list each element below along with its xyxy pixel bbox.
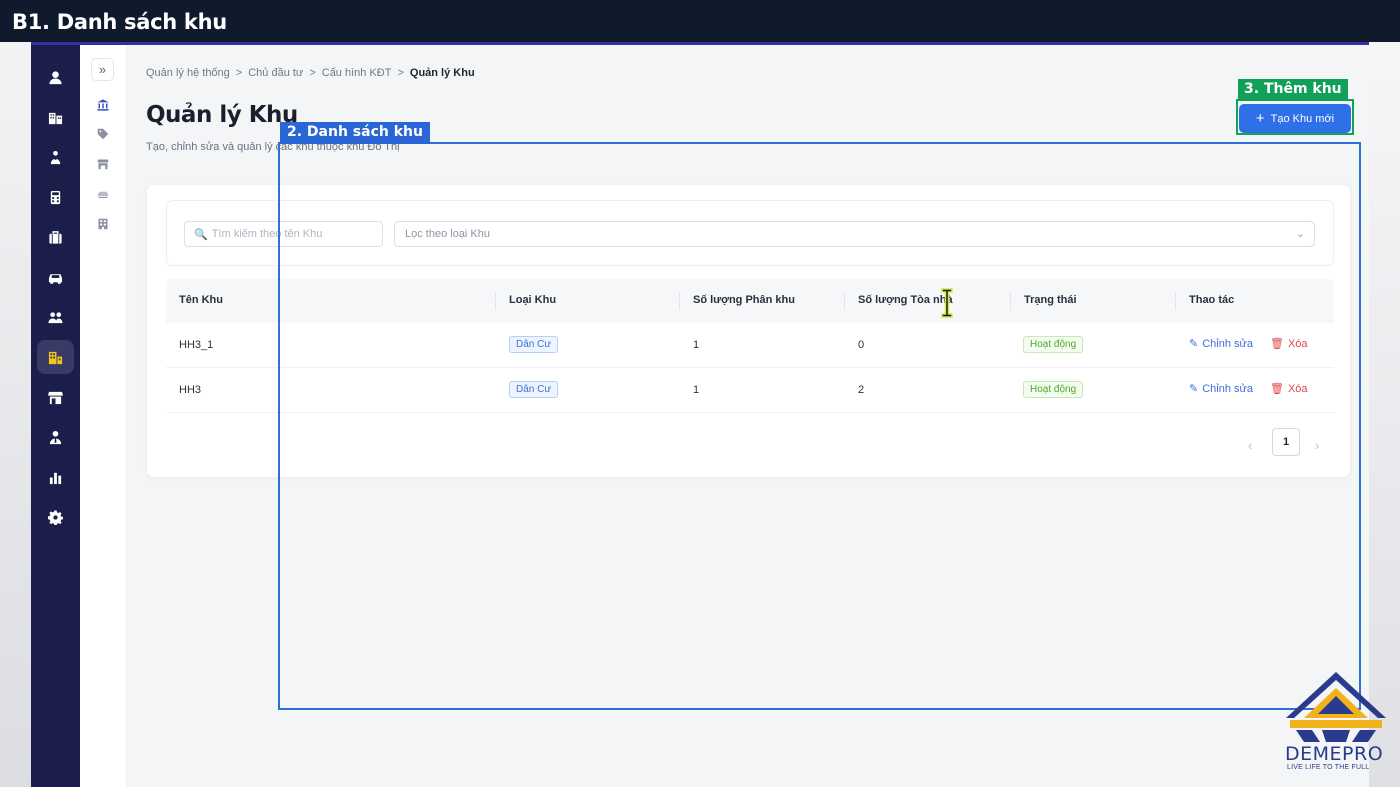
page-title: Quản lý Khu	[146, 102, 298, 128]
gear-icon	[48, 509, 63, 525]
breadcrumb-investor[interactable]: Chủ đầu tư	[248, 67, 303, 79]
users-icon	[48, 311, 63, 323]
breadcrumb-system[interactable]: Quản lý hệ thống	[146, 67, 230, 79]
store-icon	[48, 391, 63, 404]
rail-item-apartment[interactable]	[37, 340, 74, 374]
building-icon	[98, 218, 108, 230]
tag-icon	[97, 128, 109, 140]
breadcrumb-config[interactable]: Cấu hình KĐT	[322, 67, 392, 79]
subnav-item-shop[interactable]	[95, 156, 111, 172]
annotation-list-highlight	[278, 142, 1361, 710]
sub-navigation: »	[80, 45, 127, 787]
logo-brand-name: DEMEPRO	[1285, 743, 1384, 765]
rail-item-briefcase[interactable]	[37, 220, 74, 254]
apartment-icon	[48, 351, 63, 364]
rail-item-calculator[interactable]	[37, 180, 74, 214]
breadcrumb-separator: >	[235, 67, 243, 79]
annotation-add-label: 3. Thêm khu	[1238, 79, 1348, 101]
subnav-item-building[interactable]	[95, 216, 111, 232]
step-title: B1. Danh sách khu	[12, 10, 227, 34]
bar-chart-icon	[49, 472, 62, 484]
tutorial-header: B1. Danh sách khu	[0, 0, 1400, 42]
calculator-icon	[50, 190, 61, 204]
shop-icon	[97, 159, 109, 170]
breadcrumb-separator: >	[309, 67, 316, 79]
car-icon	[48, 273, 63, 284]
text-cursor-icon	[941, 288, 953, 318]
collapse-button[interactable]: »	[91, 58, 114, 81]
breadcrumb-separator: >	[397, 67, 404, 79]
investor-icon	[50, 150, 61, 164]
rail-item-user-tie[interactable]	[37, 420, 74, 454]
user-tie-icon	[49, 430, 62, 444]
subnav-item-tag[interactable]	[95, 126, 111, 142]
bank-icon	[97, 99, 109, 111]
left-gutter	[0, 42, 31, 787]
subnav-item-zone[interactable]	[95, 97, 111, 113]
cell-zone-name: HH3_1	[179, 339, 214, 351]
main-rail	[31, 45, 80, 787]
breadcrumb-current: Quản lý Khu	[409, 67, 475, 79]
user-icon	[49, 70, 62, 84]
rail-item-store[interactable]	[37, 380, 74, 414]
briefcase-icon	[49, 230, 62, 244]
rail-item-user[interactable]	[37, 60, 74, 94]
rail-item-investor[interactable]	[37, 140, 74, 174]
search-icon: 🔍	[194, 228, 208, 241]
buildings-icon	[48, 112, 63, 124]
rail-item-users[interactable]	[37, 300, 74, 334]
subnav-item-parking[interactable]	[95, 186, 111, 202]
annotation-list-label: 2. Danh sách khu	[280, 122, 430, 144]
logo-tagline: LIVE LIFE TO THE FULL	[1287, 764, 1370, 771]
column-header-name[interactable]: Tên Khu	[179, 294, 223, 306]
rail-item-buildings[interactable]	[37, 100, 74, 134]
cell-zone-name: HH3	[179, 384, 202, 396]
breadcrumb: Quản lý hệ thống > Chủ đầu tư > Cấu hình…	[146, 67, 475, 79]
rail-item-settings[interactable]	[37, 500, 74, 534]
annotation-add-highlight	[1236, 99, 1354, 135]
rail-item-bar-chart[interactable]	[37, 460, 74, 494]
parking-icon	[97, 191, 109, 198]
rail-item-car[interactable]	[37, 260, 74, 294]
